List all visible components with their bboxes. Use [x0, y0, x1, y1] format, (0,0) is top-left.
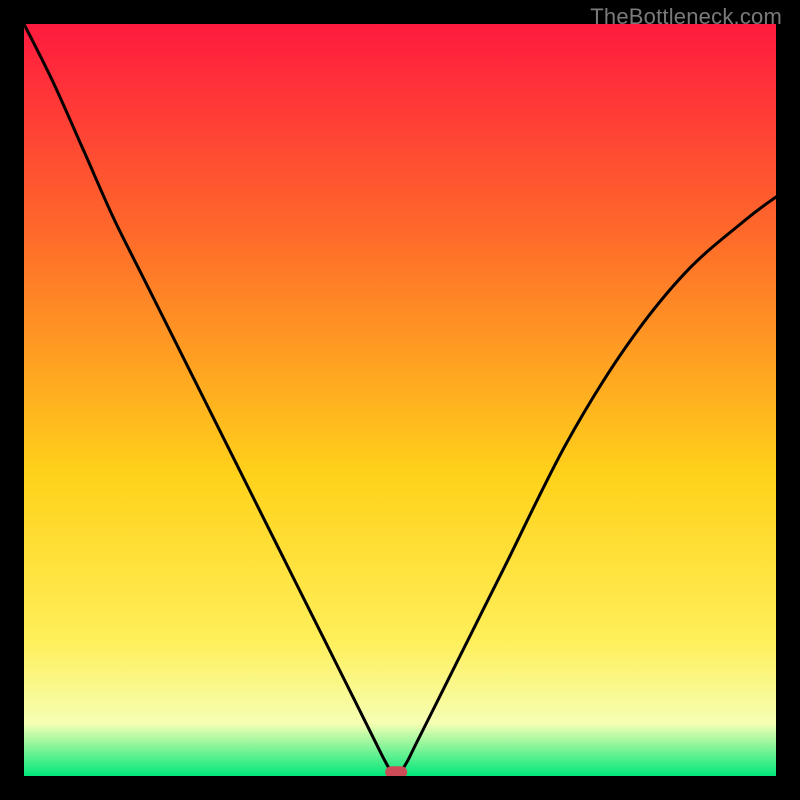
chart-plot-area: [24, 24, 776, 776]
watermark-text: TheBottleneck.com: [590, 4, 782, 30]
chart-svg: [24, 24, 776, 776]
chart-background-gradient: [24, 24, 776, 776]
bottleneck-marker: [385, 766, 407, 776]
chart-frame: TheBottleneck.com: [0, 0, 800, 800]
